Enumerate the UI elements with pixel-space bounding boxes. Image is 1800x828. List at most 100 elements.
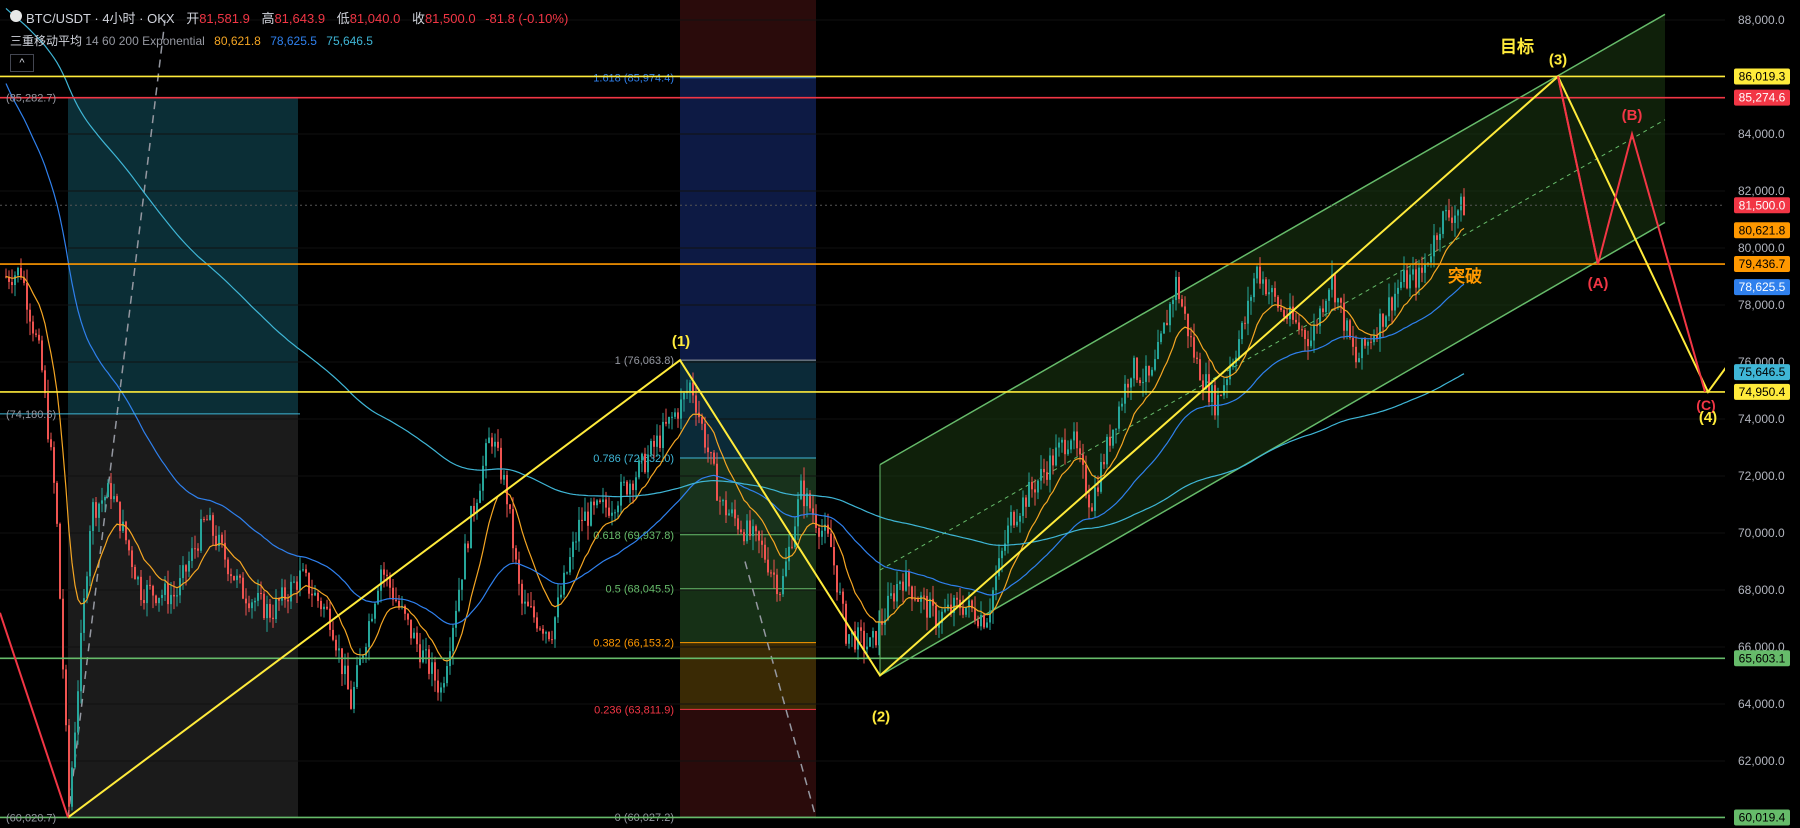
candle-body: [335, 639, 337, 651]
candle-body: [542, 628, 544, 634]
price-tag-label: 85,274.6: [1739, 91, 1786, 105]
candle-body: [1052, 455, 1054, 466]
candle-body: [1115, 428, 1117, 430]
candle-body: [1097, 487, 1099, 492]
left-level-label: (60,020.7): [6, 812, 56, 824]
candle-body: [539, 628, 541, 630]
candle-body: [1142, 381, 1144, 384]
candle-body: [95, 502, 97, 518]
candle-body: [323, 606, 325, 610]
candle-body: [1367, 341, 1369, 346]
candle-body: [11, 281, 13, 286]
candle-body: [617, 505, 619, 513]
candle-body: [1295, 319, 1297, 323]
candle-body: [242, 577, 244, 599]
candle-body: [917, 599, 919, 602]
candle-body: [326, 606, 328, 609]
candle-body: [494, 441, 496, 447]
candle-body: [137, 576, 139, 580]
candle-body: [1265, 279, 1267, 295]
candle-body: [1181, 299, 1183, 307]
candle-body: [1388, 297, 1390, 317]
candle-body: [596, 500, 598, 506]
price-tick-label: 82,000.0: [1738, 184, 1785, 198]
candle-body: [443, 683, 445, 688]
candle-body: [1157, 341, 1159, 360]
left-level-label: (85,282.7): [6, 92, 56, 104]
candle-body: [395, 599, 397, 601]
candle-body: [929, 598, 931, 618]
candle-body: [1013, 511, 1015, 526]
collapse-legend-button[interactable]: ^: [10, 54, 34, 72]
price-tick-label: 64,000.0: [1738, 697, 1785, 711]
candle-body: [1262, 279, 1264, 284]
candle-body: [761, 540, 763, 545]
highlight-zones: [68, 0, 816, 818]
candle-body: [353, 686, 355, 709]
candle-body: [1328, 289, 1330, 301]
candle-body: [644, 453, 646, 473]
candle-body: [41, 340, 43, 371]
candle-body: [833, 547, 835, 566]
candle-body: [119, 501, 121, 531]
candle-body: [704, 423, 706, 448]
candle-body: [479, 490, 481, 503]
candle-body: [128, 540, 130, 551]
candle-body: [1202, 380, 1204, 390]
candle-body: [1334, 274, 1336, 303]
candle-body: [338, 648, 340, 651]
candle-body: [113, 496, 115, 500]
candle-body: [638, 460, 640, 478]
candle-body: [1259, 266, 1261, 284]
candle-body: [1172, 300, 1174, 305]
candle-body: [1418, 267, 1420, 288]
candle-body: [608, 507, 610, 516]
candle-body: [1409, 274, 1411, 289]
candle-body: [689, 382, 691, 391]
candle-body: [50, 439, 52, 448]
candle-body: [770, 572, 772, 574]
symbol-title[interactable]: BTC/USDT · 4小时 · OKX: [26, 11, 175, 26]
candle-body: [209, 515, 211, 521]
price-chart[interactable]: 1.618 (85,974.4) 1 (76,063.8) 0.786 (72,63…: [0, 0, 1800, 828]
candle-body: [728, 513, 730, 516]
candle-body: [1397, 287, 1399, 294]
candle-body: [1031, 482, 1033, 490]
candle-body: [668, 417, 670, 424]
candle-body: [635, 477, 637, 491]
candle-body: [632, 483, 634, 491]
candle-body: [1022, 497, 1024, 516]
candle-body: [437, 680, 439, 693]
candle-body: [692, 382, 694, 396]
candle-body: [1298, 322, 1300, 330]
candle-body: [1355, 346, 1357, 363]
candle-body: [1214, 385, 1216, 416]
candle-body: [1310, 340, 1312, 347]
candle-body: [1283, 310, 1285, 317]
candle-body: [398, 600, 400, 607]
high-label: 高: [261, 11, 275, 26]
candle-body: [1010, 511, 1012, 526]
candle-body: [311, 593, 313, 596]
candle-body: [1307, 339, 1309, 347]
candle-body: [659, 435, 661, 448]
candle-body: [38, 334, 40, 341]
candle-body: [713, 452, 715, 464]
zone-blue: [680, 77, 816, 361]
candle-body: [1007, 525, 1009, 544]
candle-body: [896, 584, 898, 602]
candle-body: [755, 526, 757, 532]
candle-body: [344, 665, 346, 675]
candle-body: [407, 613, 409, 620]
candle-body: [65, 669, 67, 726]
candle-body: [86, 576, 88, 599]
candle-body: [767, 559, 769, 573]
candle-body: [1253, 278, 1255, 298]
price-tag-label: 86,019.3: [1739, 69, 1786, 83]
fib-level-label: 0.5 (68,045.5): [606, 584, 675, 596]
candle-body: [1382, 313, 1384, 327]
candle-body: [1127, 383, 1129, 388]
indicator-legend[interactable]: 三重移动平均 14 60 200 Exponential 80,621.8 78…: [10, 32, 373, 49]
candle-body: [1250, 297, 1252, 301]
candle-body: [1019, 515, 1021, 522]
